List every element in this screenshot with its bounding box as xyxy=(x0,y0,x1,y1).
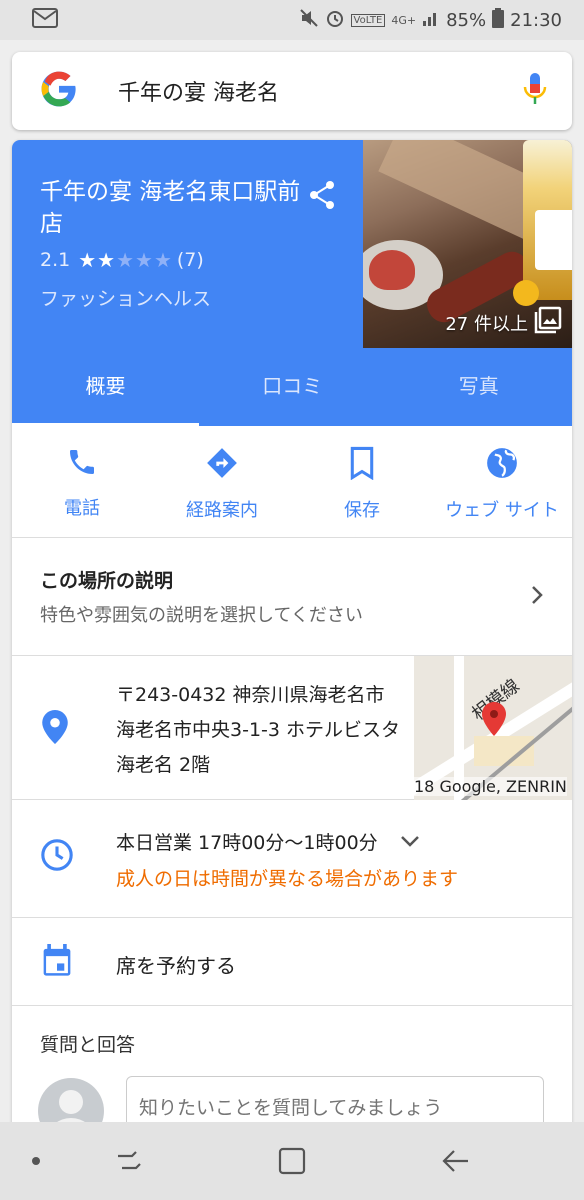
map-attribution: 18 Google, ZENRIN xyxy=(414,777,567,796)
place-photo[interactable]: 27 件以上 xyxy=(363,140,572,348)
search-bar[interactable]: 千年の宴 海老名 xyxy=(12,52,572,130)
action-row: 電話 経路案内 保存 ウェブ サイト xyxy=(12,426,572,538)
clock-icon xyxy=(40,838,74,876)
battery-percent: 85% xyxy=(446,9,487,31)
location-pin-icon xyxy=(42,710,68,748)
description-heading: この場所の説明 xyxy=(40,570,174,592)
description-row[interactable]: この場所の説明 特色や雰囲気の説明を選択してください xyxy=(12,538,572,656)
photo-count: 27 件以上 xyxy=(445,314,528,335)
directions-label: 経路案内 xyxy=(186,500,258,521)
reserve-label: 席を予約する xyxy=(116,954,236,978)
directions-button[interactable]: 経路案内 xyxy=(152,426,292,537)
call-label: 電話 xyxy=(64,498,100,519)
place-name: 千年の宴 海老名東口駅前店 xyxy=(40,179,301,237)
place-card: 千年の宴 海老名東口駅前店 2.1 ★★★★★ (7) ファッションヘルス 27… xyxy=(12,140,572,1140)
photo-gallery-icon[interactable] xyxy=(534,306,562,338)
qa-title: 質問と回答 xyxy=(40,1034,136,1056)
mute-icon xyxy=(299,8,319,33)
microphone-icon[interactable] xyxy=(522,72,548,110)
save-button[interactable]: 保存 xyxy=(292,426,432,537)
battery-icon xyxy=(492,7,505,33)
qa-section: 質問と回答 xyxy=(12,1006,572,1140)
reserve-row[interactable]: 席を予約する xyxy=(12,918,572,1006)
directions-icon xyxy=(205,446,239,484)
website-label: ウェブ サイト xyxy=(445,500,559,521)
back-icon[interactable] xyxy=(440,1146,470,1180)
chevron-down-icon[interactable] xyxy=(400,831,420,853)
hours-notice: 成人の日は時間が異なる場合があります xyxy=(116,868,459,890)
globe-icon xyxy=(485,446,519,484)
hours-today: 本日営業 17時00分～1時00分 xyxy=(116,832,378,854)
signal-icon xyxy=(422,9,440,32)
rating-stars: ★★★★★ xyxy=(78,248,173,272)
description-subtext: 特色や雰囲気の説明を選択してください xyxy=(40,605,363,626)
place-category: ファッションヘルス xyxy=(40,288,212,310)
status-bar: VoLTE 4G+ 85% 21:30 xyxy=(0,0,584,40)
chevron-right-icon xyxy=(530,584,544,610)
alarm-icon xyxy=(325,8,345,33)
share-icon[interactable] xyxy=(308,180,336,214)
map-marker-icon xyxy=(482,702,506,740)
address-text: 〒243-0432 神奈川県海老名市 海老名市中央3-1-3 ホテルビスタ海老名… xyxy=(116,684,401,776)
tab-bar: 概要 口コミ 写真 xyxy=(12,348,572,426)
hours-row[interactable]: 本日営業 17時00分～1時00分 成人の日は時間が異なる場合があります xyxy=(12,800,572,918)
map-thumbnail[interactable]: 相模線 18 Google, ZENRIN xyxy=(414,656,572,800)
gmail-notification-icon xyxy=(32,8,58,32)
review-count: (7) xyxy=(176,249,204,271)
nav-dot-icon[interactable] xyxy=(32,1157,40,1165)
tab-overview[interactable]: 概要 xyxy=(12,348,199,426)
calendar-icon xyxy=(42,944,72,982)
tab-photos[interactable]: 写真 xyxy=(386,348,573,426)
recent-apps-icon[interactable] xyxy=(114,1146,144,1180)
bookmark-icon xyxy=(347,446,377,484)
clock-time: 21:30 xyxy=(510,9,562,31)
navigation-bar xyxy=(0,1122,584,1200)
network-type: 4G+ xyxy=(391,13,417,27)
place-header: 千年の宴 海老名東口駅前店 2.1 ★★★★★ (7) ファッションヘルス 27… xyxy=(12,140,572,348)
google-logo-icon[interactable] xyxy=(40,70,78,112)
phone-icon xyxy=(66,446,98,482)
rating-value: 2.1 xyxy=(40,249,71,271)
search-query-text[interactable]: 千年の宴 海老名 xyxy=(118,75,279,107)
tab-reviews[interactable]: 口コミ xyxy=(199,348,386,426)
website-button[interactable]: ウェブ サイト xyxy=(432,426,572,537)
save-label: 保存 xyxy=(344,500,380,521)
call-button[interactable]: 電話 xyxy=(12,426,152,537)
volte-icon: VoLTE xyxy=(350,13,386,27)
rating-row[interactable]: 2.1 ★★★★★ (7) xyxy=(40,248,204,272)
address-row[interactable]: 〒243-0432 神奈川県海老名市 海老名市中央3-1-3 ホテルビスタ海老名… xyxy=(12,656,572,800)
home-icon[interactable] xyxy=(277,1146,307,1180)
